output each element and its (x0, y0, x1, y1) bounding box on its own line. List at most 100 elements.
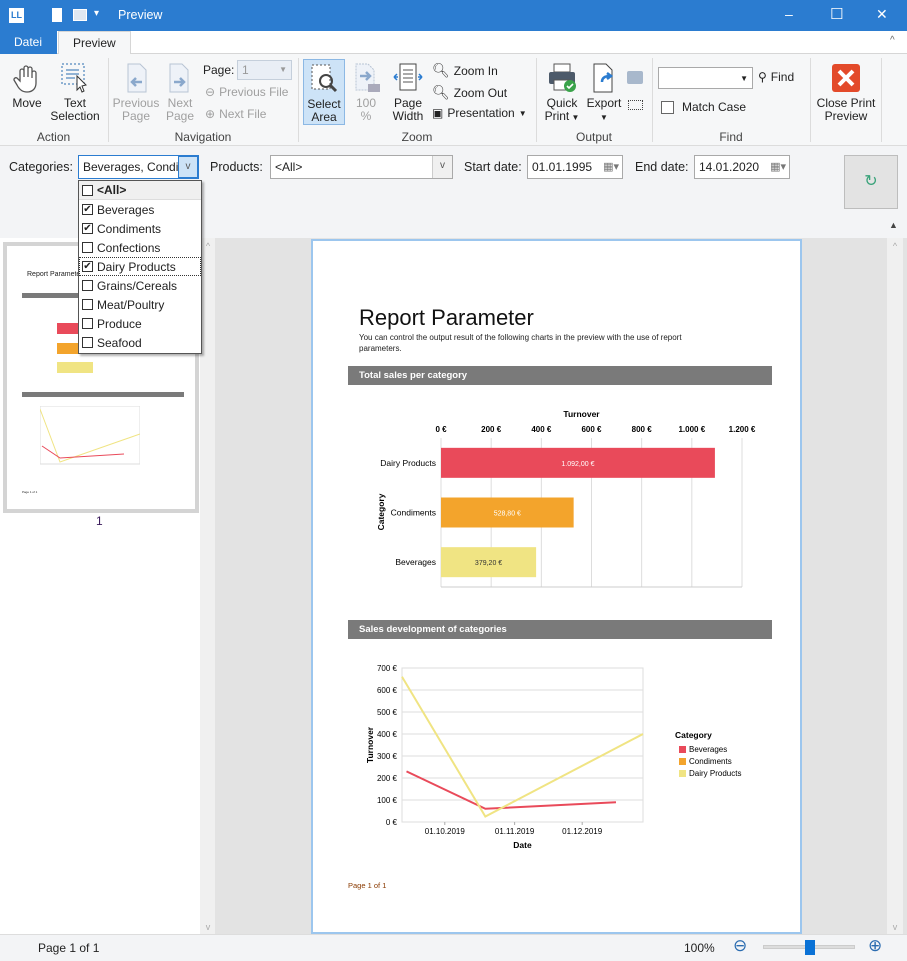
export-button[interactable]: Export ▼ (585, 62, 623, 124)
category-option[interactable]: <All> (79, 181, 201, 200)
calendar-icon[interactable]: ▦▾ (770, 156, 786, 178)
legend-title: Category (675, 730, 712, 740)
zoom-slider-thumb[interactable] (805, 940, 815, 955)
status-zoom: 100% (684, 941, 715, 955)
tab-preview[interactable]: Preview (58, 31, 131, 55)
collapse-parameters-icon[interactable]: ▲ (889, 220, 898, 230)
checkbox[interactable] (82, 299, 93, 310)
line-x-tick-label: 01.11.2019 (495, 827, 535, 836)
print-icon[interactable] (73, 9, 87, 21)
match-case-box[interactable] (661, 100, 674, 114)
checkbox[interactable] (82, 280, 93, 291)
report-page: Report Parameter You can control the out… (311, 239, 802, 934)
find-input[interactable]: ▼ (658, 67, 753, 89)
line-y-tick-label: 300 € (377, 752, 398, 761)
category-option[interactable]: Grains/Cereals (79, 276, 201, 295)
checkbox[interactable] (82, 318, 93, 329)
zoom-in-status-button[interactable]: ⊕ (868, 936, 882, 956)
previous-page-icon (127, 63, 147, 93)
page-setup-icon[interactable] (628, 100, 643, 110)
category-option[interactable]: Seafood (79, 333, 201, 352)
category-option-label: Seafood (97, 335, 142, 350)
next-page-button[interactable]: Next Page (162, 62, 198, 123)
match-case-checkbox[interactable]: Match Case (661, 100, 746, 114)
minimize-button[interactable]: – (785, 6, 793, 22)
tab-datei[interactable]: Datei (0, 31, 57, 54)
thumbnail-scrollbar[interactable]: ^ v (200, 238, 216, 934)
dropdown-arrow-icon: ▼ (518, 108, 527, 118)
close-button[interactable]: ✕ (876, 6, 888, 23)
category-option[interactable]: ✔ Dairy Products (79, 257, 201, 276)
checkbox[interactable]: ✔ (82, 204, 93, 215)
category-option-label: Condiments (97, 221, 162, 236)
app-logo-icon: LL (9, 8, 24, 23)
page-label: Page: (203, 63, 235, 77)
checkbox[interactable]: ✔ (82, 223, 93, 234)
page-width-icon (393, 63, 423, 91)
checkbox[interactable] (82, 242, 93, 253)
find-button[interactable]: ⚲ Find (758, 70, 794, 84)
zoom-in-button[interactable]: 🔍︎ Zoom In (432, 62, 498, 79)
zoom-slider[interactable] (763, 940, 855, 955)
charts-canvas: 0 € 200 € 400 € 600 € 800 € 1.000 € 1.200 € Tur… (365, 409, 756, 850)
new-document-icon[interactable] (52, 8, 62, 22)
magnifier-select-icon (311, 64, 338, 93)
checkbox[interactable] (82, 184, 93, 196)
close-red-x-icon (832, 64, 860, 92)
customize-toolbar-icon[interactable]: ▾ (94, 8, 99, 19)
categories-select[interactable]: Beverages, Condiments, Dairy Productsv (78, 155, 199, 179)
group-label-navigation: Navigation (174, 130, 232, 144)
previous-page-button[interactable]: Previous Page (112, 62, 160, 123)
zoom-100-button[interactable]: 100% (350, 62, 382, 123)
end-date-picker[interactable]: 14.01.2020 ▦▾ (694, 155, 790, 179)
category-option[interactable]: ✔ Beverages (79, 200, 201, 219)
category-option[interactable]: Produce (79, 314, 201, 333)
zoom-out-button[interactable]: 🔍︎ Zoom Out (432, 84, 507, 101)
zoom-in-icon: 🔍︎ (432, 62, 450, 78)
zoom-out-icon: 🔍︎ (432, 84, 450, 100)
start-date-picker[interactable]: 01.01.1995 ▦▾ (527, 155, 623, 179)
binoculars-icon: ⚲ (758, 70, 767, 84)
category-option[interactable]: Meat/Poultry (79, 295, 201, 314)
category-option-label: Confections (97, 240, 161, 255)
window-title: Preview (118, 8, 163, 22)
page-width-button[interactable]: Page Width (388, 62, 428, 123)
move-button[interactable]: Move (8, 62, 46, 110)
group-label-find: Find (719, 130, 743, 144)
chevron-down-icon[interactable]: v (178, 156, 198, 178)
print-options-icon[interactable] (627, 71, 643, 84)
presentation-icon: ▣ (432, 106, 444, 120)
text-selection-icon (61, 63, 87, 93)
presentation-button[interactable]: ▣ Presentation ▼ (432, 106, 527, 120)
zoom-out-status-button[interactable]: ⊖ (733, 936, 747, 956)
previous-file-button[interactable]: ⊖ Previous File (205, 85, 288, 99)
page-number-field[interactable]: 1 ▼ (237, 60, 292, 80)
quick-print-button[interactable]: Quick Print ▼ (542, 62, 582, 124)
maximize-button[interactable]: ☐ (830, 5, 843, 23)
category-option[interactable]: Confections (79, 238, 201, 257)
next-file-button[interactable]: ⊕ Next File (205, 107, 266, 121)
refresh-button[interactable]: ↻ (844, 155, 898, 209)
chevron-down-icon[interactable]: v (432, 156, 452, 178)
status-page: Page 1 of 1 (38, 941, 100, 955)
close-print-preview-button[interactable]: Close Print Preview (813, 62, 879, 123)
collapse-ribbon-icon[interactable]: ^ (890, 35, 895, 46)
products-select[interactable]: <All> v (270, 155, 453, 179)
ribbon: Move Text Selection Action Previous Page N… (0, 54, 907, 146)
printer-check-icon (549, 63, 576, 92)
preview-scrollbar[interactable]: ^ v (887, 238, 903, 934)
text-selection-button[interactable]: Text Selection (50, 62, 100, 123)
select-area-button[interactable]: Select Area (303, 59, 345, 125)
bar-category-label: Dairy Products (380, 458, 436, 468)
legend-swatch (679, 770, 686, 777)
ribbon-tabs: Datei Preview ^ (0, 31, 907, 55)
category-option-label: Dairy Products (97, 259, 176, 274)
category-option-label: Grains/Cereals (97, 278, 178, 293)
bar-x-tick-label: 600 € (581, 425, 602, 434)
bar-category-label: Beverages (395, 557, 436, 567)
checkbox[interactable] (82, 337, 93, 348)
calendar-icon[interactable]: ▦▾ (603, 156, 619, 178)
checkbox[interactable]: ✔ (82, 261, 93, 272)
category-option-label: Beverages (97, 202, 155, 217)
category-option[interactable]: ✔ Condiments (79, 219, 201, 238)
